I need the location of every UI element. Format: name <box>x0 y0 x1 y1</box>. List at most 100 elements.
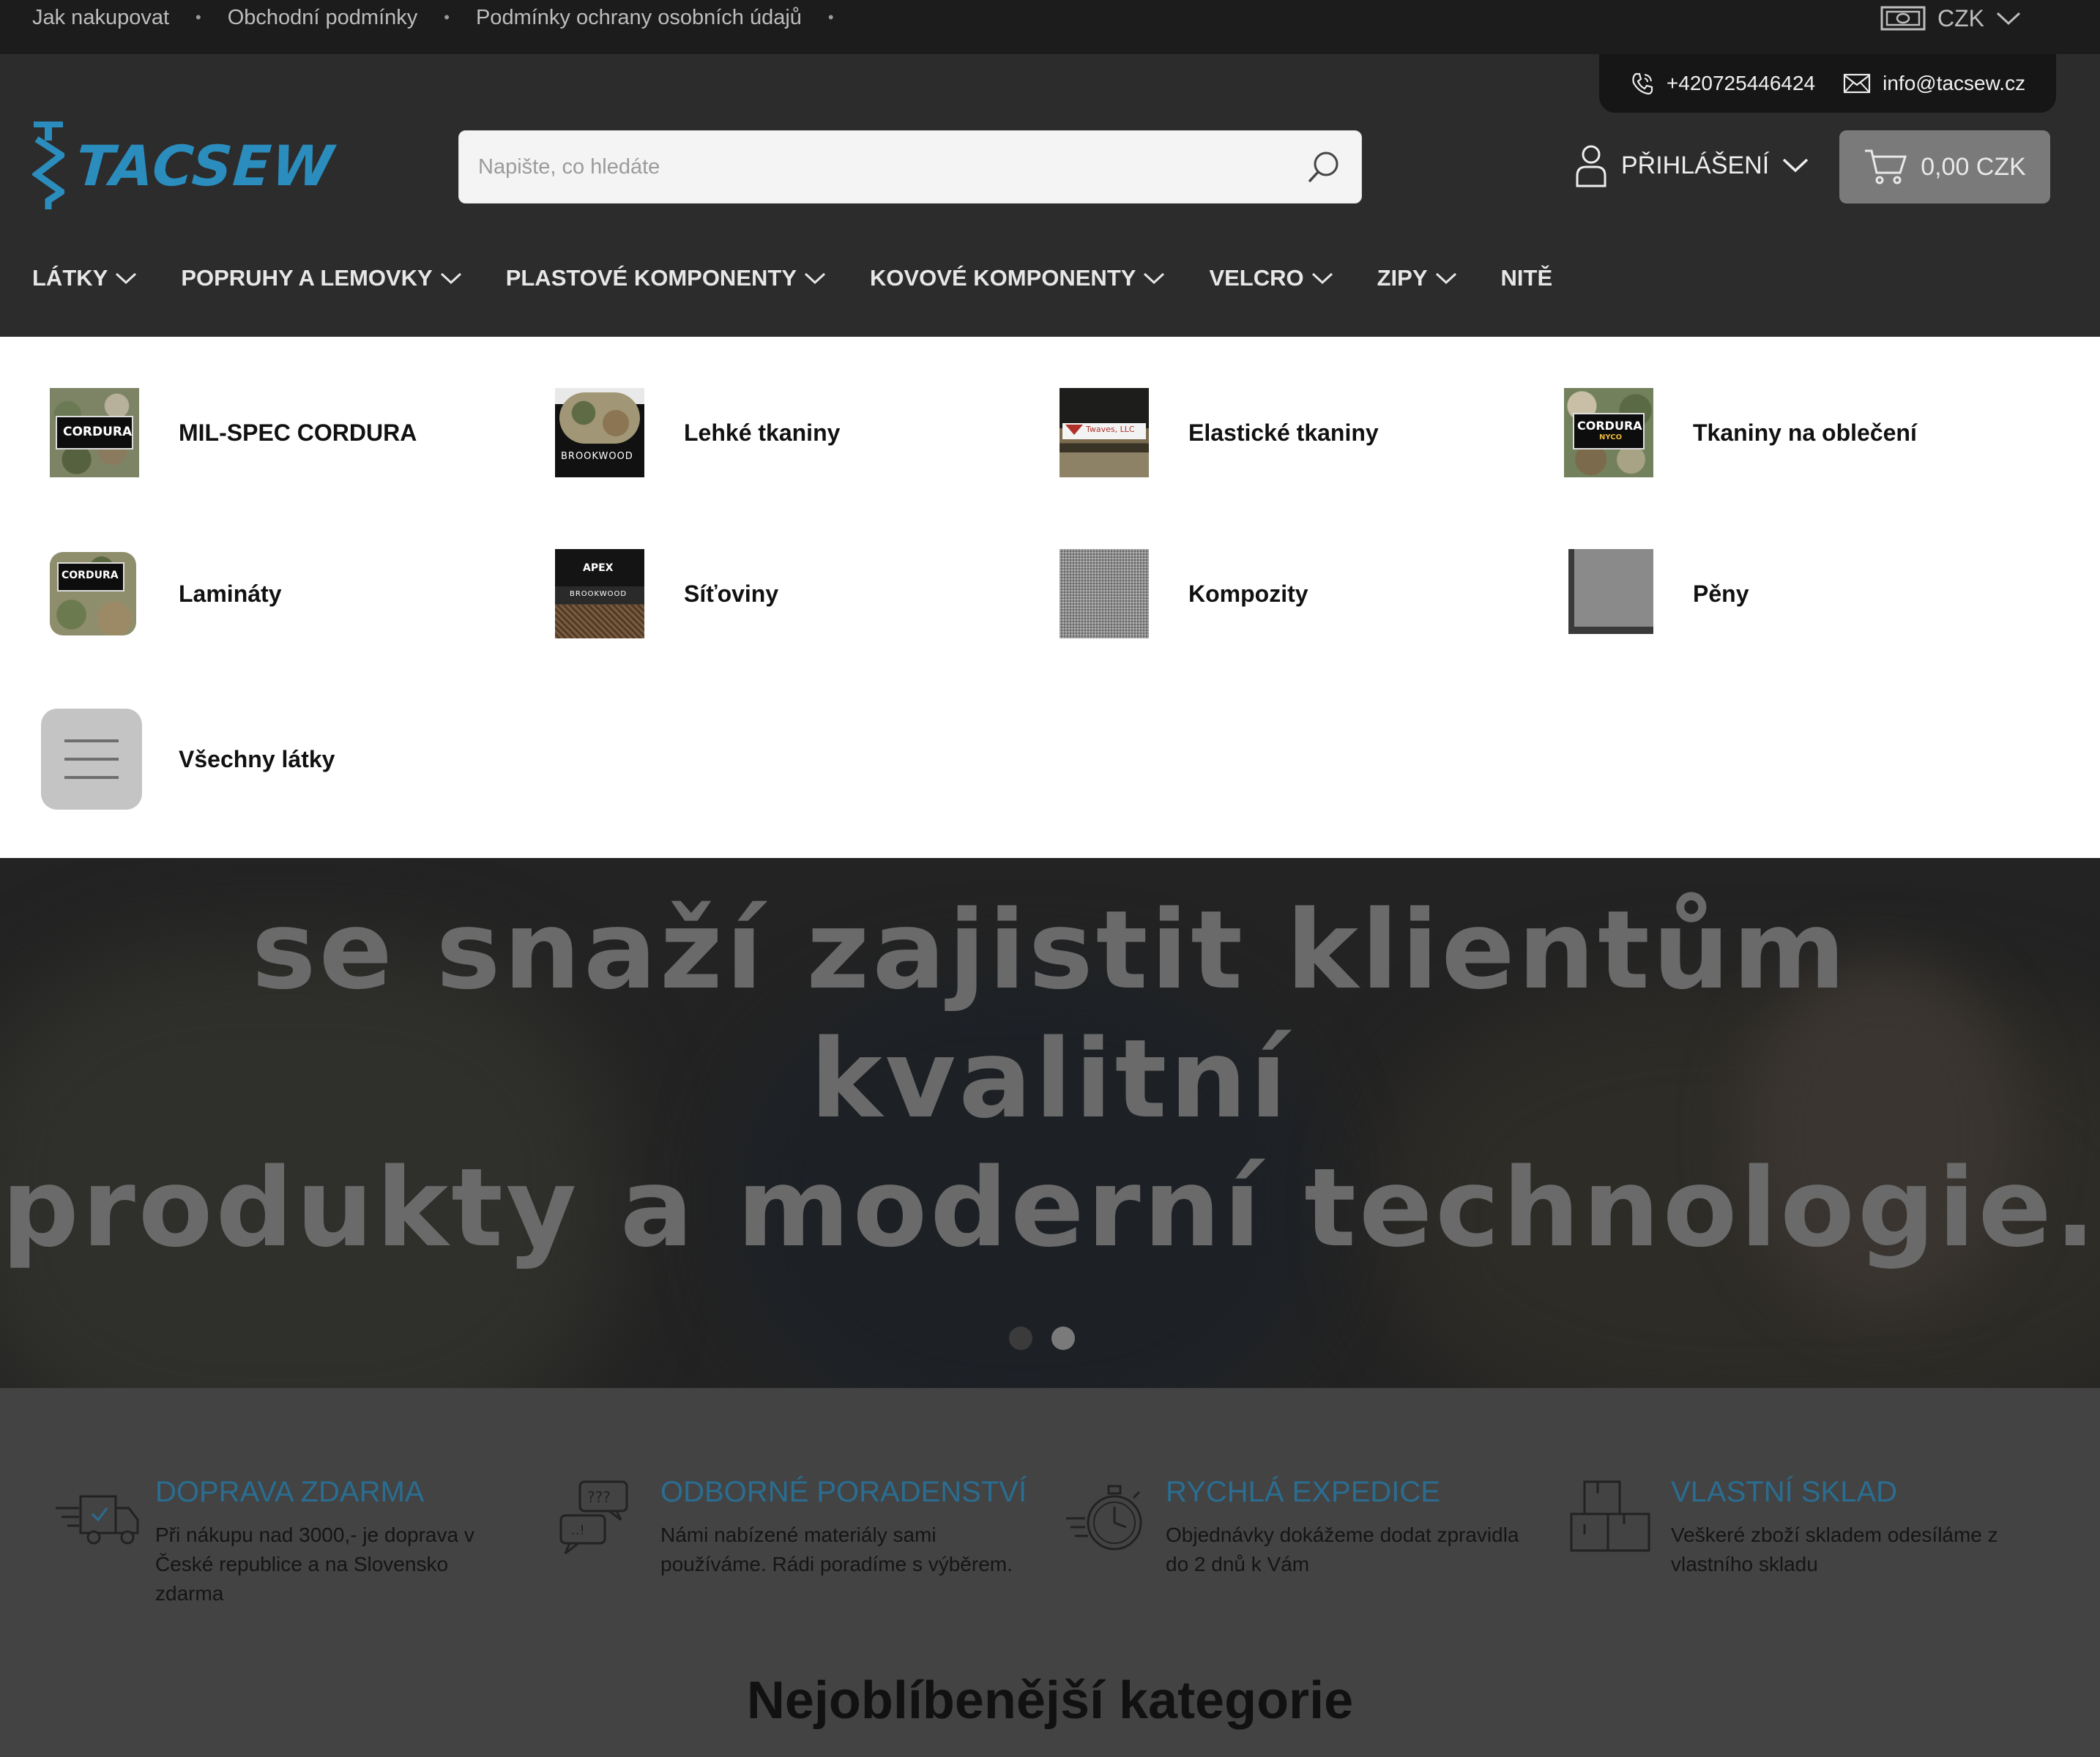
site-logo[interactable]: TACSEW <box>32 120 337 211</box>
cordura-brand-text: CORDURA <box>63 425 133 439</box>
benefit-title: RYCHLÁ EXPEDICE <box>1166 1476 1440 1508</box>
category-label: Všechny látky <box>179 745 335 772</box>
category-thumbnail: CORDURA <box>50 549 139 638</box>
category-lehke-tkaniny[interactable]: BROOKWOOD Lehké tkaniny <box>555 388 840 477</box>
slider-dot-2[interactable] <box>1051 1327 1075 1350</box>
banknote-icon <box>1880 6 1926 31</box>
nav-label: LÁTKY <box>32 265 108 291</box>
svg-text:..!: ..! <box>571 1523 585 1538</box>
chevron-down-icon <box>1782 158 1809 173</box>
benefit-title: VLASTNÍ SKLAD <box>1671 1476 1898 1508</box>
twaves-brand-text: Twaves, LLC <box>1086 425 1135 434</box>
category-elasticke-tkaniny[interactable]: Twaves, LLC Elastické tkaniny <box>1060 388 1379 477</box>
slider-dot-1[interactable] <box>1009 1327 1032 1350</box>
chevron-down-icon <box>440 272 461 285</box>
logo-text: TACSEW <box>73 133 337 198</box>
category-mil-spec-cordura[interactable]: CORDURA MIL-SPEC CORDURA <box>50 388 417 477</box>
category-label: Elastické tkaniny <box>1188 419 1379 446</box>
nyco-brand-text: NYCO <box>1599 433 1623 441</box>
phone-icon <box>1632 72 1653 95</box>
nav-label: VELCRO <box>1209 265 1304 291</box>
boxes-icon <box>1570 1480 1650 1552</box>
hero-line-1: se snaží zajistit klientům kvalitní <box>251 887 1849 1142</box>
benefit-fast-dispatch: RYCHLÁ EXPEDICE Objednávky dokážeme doda… <box>1063 1476 1532 1579</box>
phone-contact[interactable]: +420725446424 <box>1630 71 1815 96</box>
link-privacy[interactable]: Podmínky ochrany osobních údajů <box>476 6 802 30</box>
nav-label: POPRUHY A LEMOVKY <box>181 265 433 291</box>
category-thumbnail: Twaves, LLC <box>1060 388 1149 477</box>
benefit-text: Při nákupu nad 3000,- je doprava v České… <box>155 1523 474 1605</box>
hamburger-menu-icon <box>64 739 119 779</box>
chevron-down-icon <box>1996 12 2021 26</box>
category-label: Lamináty <box>179 580 282 607</box>
nav-item-latky[interactable]: LÁTKY <box>32 265 137 291</box>
popular-categories-title: Nejoblíbenější kategorie <box>746 1671 1354 1730</box>
email-contact[interactable]: info@tacsew.cz <box>1843 72 2025 95</box>
phone-number: +420725446424 <box>1666 72 1816 94</box>
benefit-expert-advice: ??? ..! ODBORNÉ PORADENSTVÍ Námi nabízen… <box>558 1476 1027 1579</box>
category-label: Lehké tkaniny <box>684 419 841 446</box>
search-input[interactable] <box>478 131 1269 203</box>
category-thumbnail: APEX BROOKWOOD <box>555 549 644 638</box>
category-label: Tkaniny na oblečení <box>1693 419 1917 446</box>
category-label: Kompozity <box>1188 580 1308 607</box>
category-tkaniny-na-obleceni[interactable]: CORDURA NYCO Tkaniny na oblečení <box>1564 388 1917 477</box>
category-sitoviny[interactable]: APEX BROOKWOOD Síťoviny <box>555 549 778 638</box>
category-thumbnail: CORDURA <box>50 388 139 477</box>
cordura-brand-text: CORDURA <box>62 570 119 581</box>
nav-label: ZIPY <box>1377 265 1428 291</box>
category-label: Pěny <box>1693 580 1749 607</box>
top-links: Jak nakupovat • Obchodní podmínky • Podm… <box>32 0 860 35</box>
separator-dot: • <box>827 8 834 26</box>
all-categories-thumbnail <box>41 709 142 810</box>
slider-dots <box>1009 1327 1075 1350</box>
login-button[interactable]: PŘIHLÁŠENÍ <box>1574 143 1809 187</box>
top-bar: Jak nakupovat • Obchodní podmínky • Podm… <box>0 0 2100 54</box>
nav-item-velcro[interactable]: VELCRO <box>1209 265 1333 291</box>
link-terms[interactable]: Obchodní podmínky <box>228 6 418 30</box>
category-peny[interactable]: Pěny <box>1564 549 1749 638</box>
nav-item-kovove[interactable]: KOVOVÉ KOMPONENTY <box>870 265 1165 291</box>
cart-icon <box>1865 149 1907 184</box>
hero-line-2: produkty a moderní technologie. <box>1 1145 2099 1271</box>
apex-brand-text: APEX <box>583 562 614 574</box>
mega-menu-latky: CORDURA MIL-SPEC CORDURA BROOKWOOD Lehké… <box>0 337 2100 858</box>
currency-selector[interactable]: CZK <box>1880 1 2021 35</box>
category-label: Síťoviny <box>684 580 779 607</box>
category-laminaty[interactable]: CORDURA Lamináty <box>50 549 281 638</box>
chevron-down-icon <box>1311 272 1333 285</box>
delivery-truck-icon <box>56 1495 139 1545</box>
benefit-text: Veškeré zboží skladem odesíláme z vlastn… <box>1671 1523 1998 1575</box>
category-label: MIL-SPEC CORDURA <box>179 419 417 446</box>
brookwood-brand-text: BROOKWOOD <box>561 451 633 462</box>
nav-item-popruhy[interactable]: POPRUHY A LEMOVKY <box>181 265 461 291</box>
cordura-brand-text: CORDURA <box>1577 419 1642 433</box>
nav-item-zipy[interactable]: ZIPY <box>1377 265 1457 291</box>
nav-label: PLASTOVÉ KOMPONENTY <box>505 265 797 291</box>
search-icon[interactable] <box>1306 149 1342 185</box>
hero-slider[interactable]: se snaží zajistit klientům kvalitní prod… <box>0 858 2100 1388</box>
brookwood-brand-text: BROOKWOOD <box>570 590 628 598</box>
search-bar <box>458 130 1362 204</box>
cart-button[interactable]: 0,00 CZK <box>1839 130 2050 204</box>
benefit-text: Námi nabízené materiály sami používáme. … <box>660 1523 1013 1575</box>
category-thumbnail: CORDURA NYCO <box>1564 388 1653 477</box>
chevron-down-icon <box>1435 272 1456 285</box>
chevron-down-icon <box>804 272 826 285</box>
nav-item-nite[interactable]: NITĚ <box>1501 265 1553 291</box>
envelope-icon <box>1844 73 1871 94</box>
category-thumbnail <box>1060 549 1149 638</box>
category-kompozity[interactable]: Kompozity <box>1060 549 1308 638</box>
email-address: info@tacsew.cz <box>1883 72 2026 94</box>
chevron-down-icon <box>1144 272 1165 285</box>
separator-dot: • <box>444 8 450 26</box>
category-thumbnail <box>1564 549 1653 638</box>
logo-mark-icon <box>32 122 64 209</box>
currency-label: CZK <box>1937 4 1984 31</box>
benefit-own-warehouse: VLASTNÍ SKLAD Veškeré zboží skladem odes… <box>1568 1476 2037 1579</box>
contact-box: +420725446424 info@tacsew.cz <box>1599 54 2056 113</box>
nav-item-plastove[interactable]: PLASTOVÉ KOMPONENTY <box>506 265 826 291</box>
category-vsechny-latky[interactable]: Všechny látky <box>41 709 335 810</box>
link-how-to-shop[interactable]: Jak nakupovat <box>32 6 169 30</box>
stopwatch-icon <box>1066 1485 1142 1551</box>
